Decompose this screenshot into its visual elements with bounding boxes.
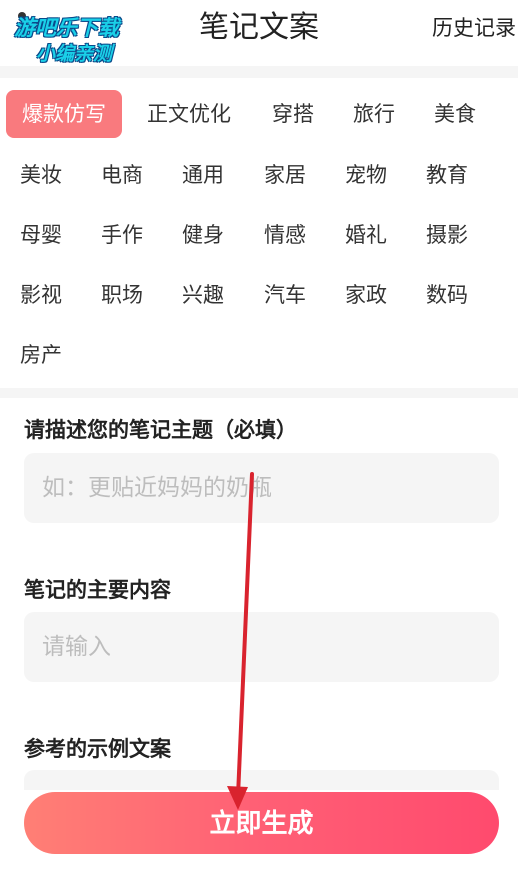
tag-item[interactable]: 家政 (331, 271, 401, 319)
tag-item[interactable]: 宠物 (331, 151, 401, 199)
tag-item[interactable]: 摄影 (412, 211, 482, 259)
tag-item[interactable]: 健身 (168, 211, 238, 259)
divider (0, 388, 518, 398)
tag-item[interactable]: 手作 (87, 211, 157, 259)
tag-item[interactable]: 婚礼 (331, 211, 401, 259)
example-label: 参考的示例文案 (24, 737, 171, 761)
tag-item[interactable]: 汽车 (250, 271, 320, 319)
tag-item[interactable]: 通用 (168, 151, 238, 199)
tag-item[interactable]: 正文优化 (136, 90, 242, 138)
topic-label: 请描述您的笔记主题（必填） (24, 418, 297, 442)
category-tags: 爆款仿写 正文优化 穿搭 旅行 美食 美妆 电商 通用 家居 宠物 教育 母婴 … (0, 82, 518, 382)
content-label: 笔记的主要内容 (24, 578, 171, 602)
generate-button[interactable]: 立即生成 (24, 792, 499, 854)
tag-item[interactable]: 兴趣 (168, 271, 238, 319)
topic-input[interactable] (24, 453, 499, 523)
content-input[interactable] (24, 612, 499, 682)
history-button[interactable]: 历史记录 (432, 14, 516, 42)
tag-item[interactable]: 美食 (420, 90, 490, 138)
tag-item[interactable]: 旅行 (339, 90, 409, 138)
tag-item[interactable]: 情感 (250, 211, 320, 259)
tag-item[interactable]: 数码 (412, 271, 482, 319)
tag-item[interactable]: 职场 (87, 271, 157, 319)
tag-item[interactable]: 教育 (412, 151, 482, 199)
tag-item[interactable]: 爆款仿写 (6, 90, 122, 138)
tag-item[interactable]: 电商 (87, 151, 157, 199)
divider (0, 66, 518, 78)
tag-item[interactable]: 美妆 (6, 151, 76, 199)
tag-item[interactable]: 穿搭 (258, 90, 328, 138)
tag-item[interactable]: 家居 (250, 151, 320, 199)
tag-item[interactable]: 影视 (6, 271, 76, 319)
tag-item[interactable]: 房产 (6, 331, 76, 379)
tag-item[interactable]: 母婴 (6, 211, 76, 259)
example-input[interactable] (24, 770, 499, 790)
header: 游吧乐下载 小编亲测 笔记文案 历史记录 (0, 0, 518, 66)
